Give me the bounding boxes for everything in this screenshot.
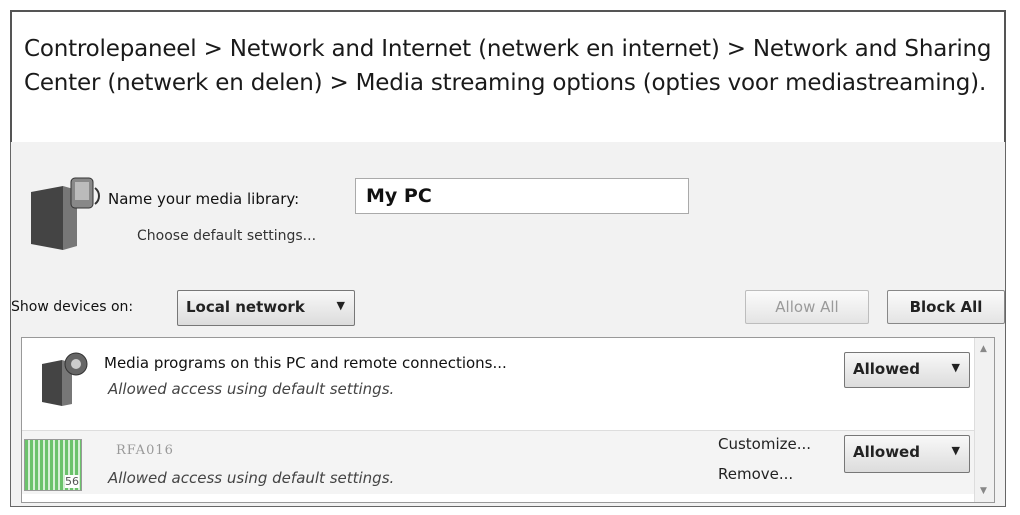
row-subtitle: Allowed access using default settings. (108, 380, 395, 398)
customize-link[interactable]: Customize... (718, 435, 811, 453)
vertical-scrollbar[interactable]: ▲ ▼ (974, 338, 994, 502)
show-devices-select[interactable]: Local network ▼ (177, 290, 355, 326)
list-item[interactable]: Media programs on this PC and remote con… (22, 338, 974, 424)
block-all-button[interactable]: Block All (887, 290, 1005, 324)
chevron-down-icon: ▼ (336, 299, 345, 312)
show-devices-label: Show devices on: (11, 299, 134, 315)
caption-text: Controlepaneel > Network and Internet (n… (24, 36, 992, 96)
choose-default-settings-link[interactable]: Choose default settings... (137, 228, 316, 244)
access-value: Allowed (853, 443, 920, 461)
scroll-up-icon[interactable]: ▲ (980, 344, 987, 354)
scroll-down-icon[interactable]: ▼ (980, 486, 987, 496)
device-thumbnail-icon: 56 (24, 439, 82, 491)
media-library-icon (31, 177, 100, 250)
access-select[interactable]: Allowed ▼ (844, 435, 970, 473)
chevron-down-icon: ▼ (951, 444, 960, 457)
device-name: RFA016 (116, 443, 174, 458)
row-subtitle: Allowed access using default settings. (108, 469, 395, 487)
allow-all-button[interactable]: Allow All (745, 290, 869, 324)
media-streaming-options-panel: · · · · · · Name your media library: My … (10, 141, 1006, 507)
access-value: Allowed (853, 360, 920, 378)
show-devices-value: Local network (186, 298, 305, 316)
remove-link[interactable]: Remove... (718, 465, 793, 483)
row-title: Media programs on this PC and remote con… (104, 354, 507, 372)
cut-off-heading: · · · · · · (251, 141, 337, 150)
chevron-down-icon: ▼ (951, 361, 960, 374)
library-name-label: Name your media library: (108, 190, 300, 208)
library-name-input[interactable]: My PC (355, 178, 689, 214)
media-program-icon (42, 352, 88, 406)
list-item[interactable]: 56 RFA016 Allowed access using default s… (22, 430, 974, 494)
device-list[interactable]: Media programs on this PC and remote con… (21, 337, 995, 503)
access-select[interactable]: Allowed ▼ (844, 352, 970, 388)
device-thumbnail-number: 56 (65, 475, 79, 488)
caption-box: Controlepaneel > Network and Internet (n… (10, 10, 1006, 142)
